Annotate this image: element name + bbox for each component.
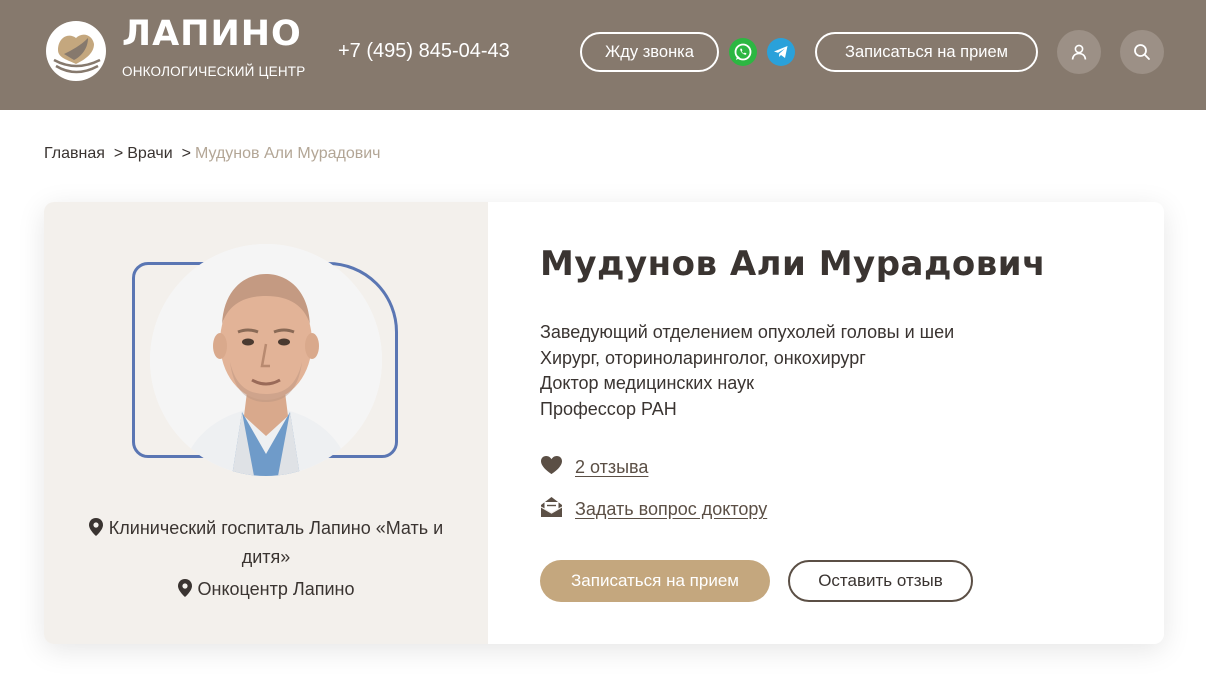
position-line: Заведующий отделением опухолей головы и … (540, 322, 955, 342)
logo-title[interactable]: ЛАПИНО (122, 14, 302, 54)
search-icon[interactable] (1120, 30, 1164, 74)
location-clinical-hospital[interactable]: Клинический госпиталь Лапино «Мать и дит… (109, 518, 443, 567)
breadcrumb-doctors[interactable]: Врачи (127, 145, 172, 163)
breadcrumb-separator: > (181, 145, 191, 162)
heart-icon (540, 455, 563, 480)
logo-subtitle: ОНКОЛОГИЧЕСКИЙ ЦЕНТР (122, 64, 306, 79)
breadcrumb-current: Мудунов Али Мурадович (194, 145, 381, 162)
whatsapp-icon[interactable] (729, 38, 757, 66)
breadcrumb-home[interactable]: Главная (44, 145, 105, 163)
map-pin-icon (177, 578, 192, 605)
ask-doctor-link[interactable]: Задать вопрос доктору (575, 499, 767, 520)
envelope-icon (540, 496, 563, 523)
reviews-row: 2 отзыва (540, 455, 648, 480)
location-oncocenter[interactable]: Онкоцентр Лапино (198, 579, 355, 599)
doctor-photo-panel: Клинический госпиталь Лапино «Мать и дит… (44, 202, 488, 644)
leave-review-button[interactable]: Оставить отзыв (788, 560, 973, 602)
breadcrumb: Главная > Врачи > Мудунов Али Мурадович (44, 145, 381, 163)
user-icon[interactable] (1057, 30, 1101, 74)
doctor-photo (150, 244, 382, 476)
logo-icon[interactable] (44, 20, 108, 82)
doctor-name: Мудунов Али Мурадович (540, 244, 1046, 284)
ask-row: Задать вопрос доктору (540, 496, 767, 523)
position-line: Профессор РАН (540, 398, 677, 419)
position-line: Доктор медицинских наук (540, 373, 754, 393)
doctor-positions: Заведующий отделением опухолей головы и … (540, 320, 954, 422)
location-item: Клинический госпиталь Лапино «Мать и дит… (84, 515, 448, 571)
reviews-link[interactable]: 2 отзыва (575, 457, 648, 478)
phone-link[interactable]: +7 (495) 845-04-43 (338, 40, 510, 63)
position-line: Хирург, оториноларинголог, онкохирург (540, 347, 866, 368)
callback-button[interactable]: Жду звонка (580, 32, 719, 72)
telegram-icon[interactable] (767, 38, 795, 66)
breadcrumb-separator: > (113, 145, 124, 162)
location-item: Онкоцентр Лапино (84, 576, 448, 605)
doctor-card: Клинический госпиталь Лапино «Мать и дит… (44, 202, 1164, 644)
map-pin-icon (88, 517, 103, 544)
header-appointment-button[interactable]: Записаться на прием (815, 32, 1038, 72)
appointment-button[interactable]: Записаться на прием (540, 560, 770, 602)
site-header: ЛАПИНО ОНКОЛОГИЧЕСКИЙ ЦЕНТР +7 (495) 845… (0, 0, 1206, 110)
